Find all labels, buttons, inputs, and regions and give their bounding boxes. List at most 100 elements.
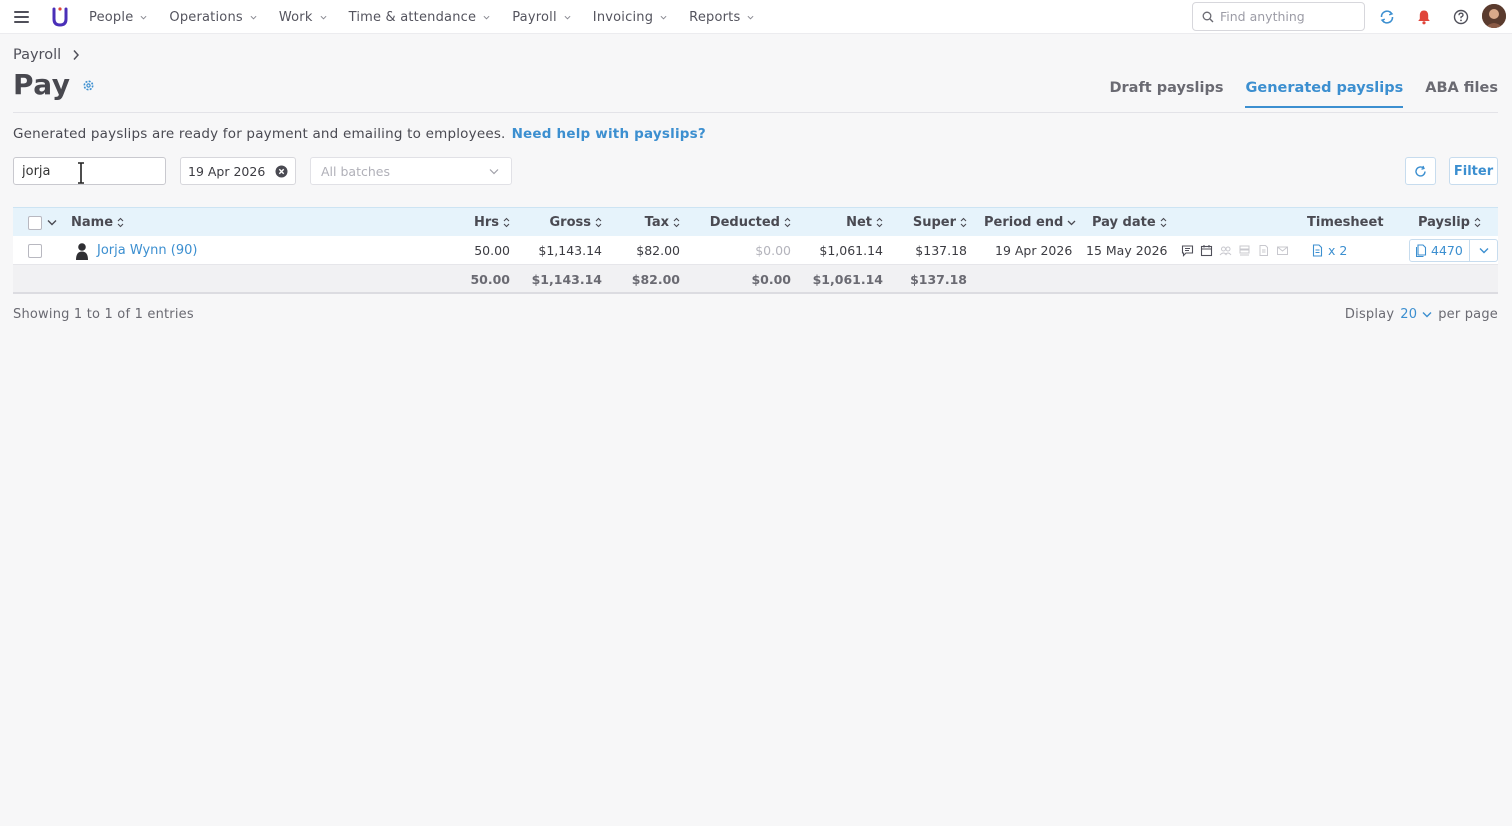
gross-cell: $1,143.14 [538, 243, 602, 258]
total-net: $1,061.14 [812, 272, 883, 287]
filter-button[interactable]: Filter [1449, 157, 1498, 185]
table-totals-row: 50.00 $1,143.14 $82.00 $0.00 $1,061.14 $… [13, 265, 1498, 294]
text-cursor-icon [78, 162, 84, 184]
divider [13, 112, 1498, 113]
person-icon [76, 242, 88, 260]
payslip-number: 4470 [1431, 243, 1463, 258]
tax-cell: $82.00 [636, 243, 680, 258]
tab-generated-payslips[interactable]: Generated payslips [1245, 80, 1404, 108]
period-date-filter[interactable]: 19 Apr 2026 [180, 157, 296, 185]
header-label: Deducted [709, 215, 780, 230]
logo-icon[interactable] [50, 6, 70, 28]
people-icon [1219, 246, 1232, 256]
stack-icon [1239, 245, 1250, 256]
chevron-down-icon [320, 15, 327, 20]
sort-icon [1160, 217, 1167, 228]
total-deducted: $0.00 [751, 272, 791, 287]
sync-icon[interactable] [1378, 8, 1396, 26]
batch-select[interactable]: All batches [310, 157, 512, 185]
total-tax: $82.00 [631, 272, 680, 287]
per-page-suffix: per page [1438, 307, 1498, 322]
menu-icon[interactable] [14, 11, 29, 23]
sort-icon [595, 217, 602, 228]
gear-icon[interactable] [82, 79, 95, 92]
super-cell: $137.18 [915, 243, 967, 258]
comment-icon[interactable] [1181, 244, 1194, 257]
sort-icon [784, 217, 791, 228]
hrs-cell: 50.00 [474, 243, 510, 258]
nav-item-time-attendance[interactable]: Time & attendance [349, 10, 491, 25]
header-label: Super [912, 215, 956, 230]
column-header-tax[interactable]: Tax [603, 208, 680, 237]
nav-item-operations[interactable]: Operations [169, 10, 257, 25]
employee-link[interactable]: Jorja Wynn (90) [97, 243, 197, 258]
timesheet-icon [1312, 244, 1323, 257]
timesheet-cell[interactable]: x 2 [1312, 236, 1347, 265]
sort-icon [673, 217, 680, 228]
nav-item-reports[interactable]: Reports [689, 10, 754, 25]
column-header-payslip[interactable]: Payslip [1418, 208, 1481, 237]
date-value: 19 Apr 2026 [188, 163, 266, 179]
header-label: Period end [984, 215, 1064, 230]
nav-item-payroll[interactable]: Payroll [512, 10, 571, 25]
nav-label: People [89, 9, 134, 25]
column-header-net[interactable]: Net [803, 208, 883, 237]
display-label: Display [1344, 307, 1395, 322]
row-checkbox-cell [28, 236, 42, 265]
nav-item-people[interactable]: People [89, 10, 147, 25]
column-header-deducted[interactable]: Deducted [683, 208, 791, 237]
payslip-dropdown-toggle[interactable] [1470, 240, 1497, 261]
help-link[interactable]: Need help with payslips? [512, 126, 706, 142]
name-search-input[interactable] [13, 157, 166, 185]
payslip-tabs: Draft payslips Generated payslips ABA fi… [1087, 80, 1498, 108]
timesheet-link: x 2 [1328, 243, 1348, 258]
select-all-group [28, 208, 57, 237]
chevron-down-icon [660, 15, 667, 20]
page-title: Pay [13, 68, 71, 101]
help-icon[interactable] [1452, 8, 1470, 26]
breadcrumb-payroll[interactable]: Payroll [13, 47, 61, 63]
sort-icon [503, 217, 510, 228]
nav-label: Invoicing [592, 9, 654, 25]
total-super: $137.18 [910, 272, 967, 287]
column-header-hrs[interactable]: Hrs [443, 208, 510, 237]
payslip-button[interactable]: 4470 [1410, 240, 1470, 261]
column-header-super[interactable]: Super [893, 208, 967, 237]
info-text: Generated payslips are ready for payment… [13, 126, 506, 142]
tab-draft-payslips[interactable]: Draft payslips [1109, 80, 1223, 108]
per-page-select[interactable]: 20 [1400, 307, 1432, 322]
chevron-down-icon[interactable] [47, 219, 57, 226]
chevron-down-icon [250, 15, 257, 20]
period-end-cell: 19 Apr 2026 [995, 243, 1073, 258]
refresh-button[interactable] [1405, 157, 1436, 185]
deducted-cell: $0.00 [755, 243, 791, 258]
nav-label: Payroll [512, 9, 557, 25]
avatar[interactable] [1482, 4, 1506, 28]
bell-icon[interactable] [1415, 8, 1433, 26]
employee-cell: Jorja Wynn (90) [75, 236, 197, 265]
global-search[interactable] [1192, 2, 1365, 31]
column-header-period-end[interactable]: Period end [984, 208, 1076, 237]
entries-summary: Showing 1 to 1 of 1 entries [13, 307, 194, 322]
column-header-gross[interactable]: Gross [513, 208, 602, 237]
email-icon [1277, 246, 1288, 255]
row-checkbox[interactable] [28, 243, 42, 258]
header-label: Payslip [1418, 215, 1470, 230]
select-all-checkbox[interactable] [28, 215, 42, 230]
clear-icon[interactable] [275, 165, 288, 178]
nav-item-invoicing[interactable]: Invoicing [593, 10, 667, 25]
document-icon [1259, 245, 1268, 256]
net-cell: $1,061.14 [819, 243, 883, 258]
column-header-pay-date[interactable]: Pay date [1092, 208, 1167, 237]
chevron-down-icon [1422, 312, 1432, 318]
total-gross: $1,143.14 [531, 272, 602, 287]
column-header-name[interactable]: Name [71, 208, 124, 237]
search-icon [1202, 11, 1214, 22]
tab-aba-files[interactable]: ABA files [1425, 80, 1498, 108]
calendar-icon[interactable] [1200, 244, 1213, 257]
per-page-control: Display 20 per page [1345, 307, 1498, 322]
header-label: Pay date [1092, 215, 1156, 230]
global-search-input[interactable] [1220, 9, 1350, 24]
nav-label: Work [278, 9, 313, 25]
nav-item-work[interactable]: Work [279, 10, 327, 25]
